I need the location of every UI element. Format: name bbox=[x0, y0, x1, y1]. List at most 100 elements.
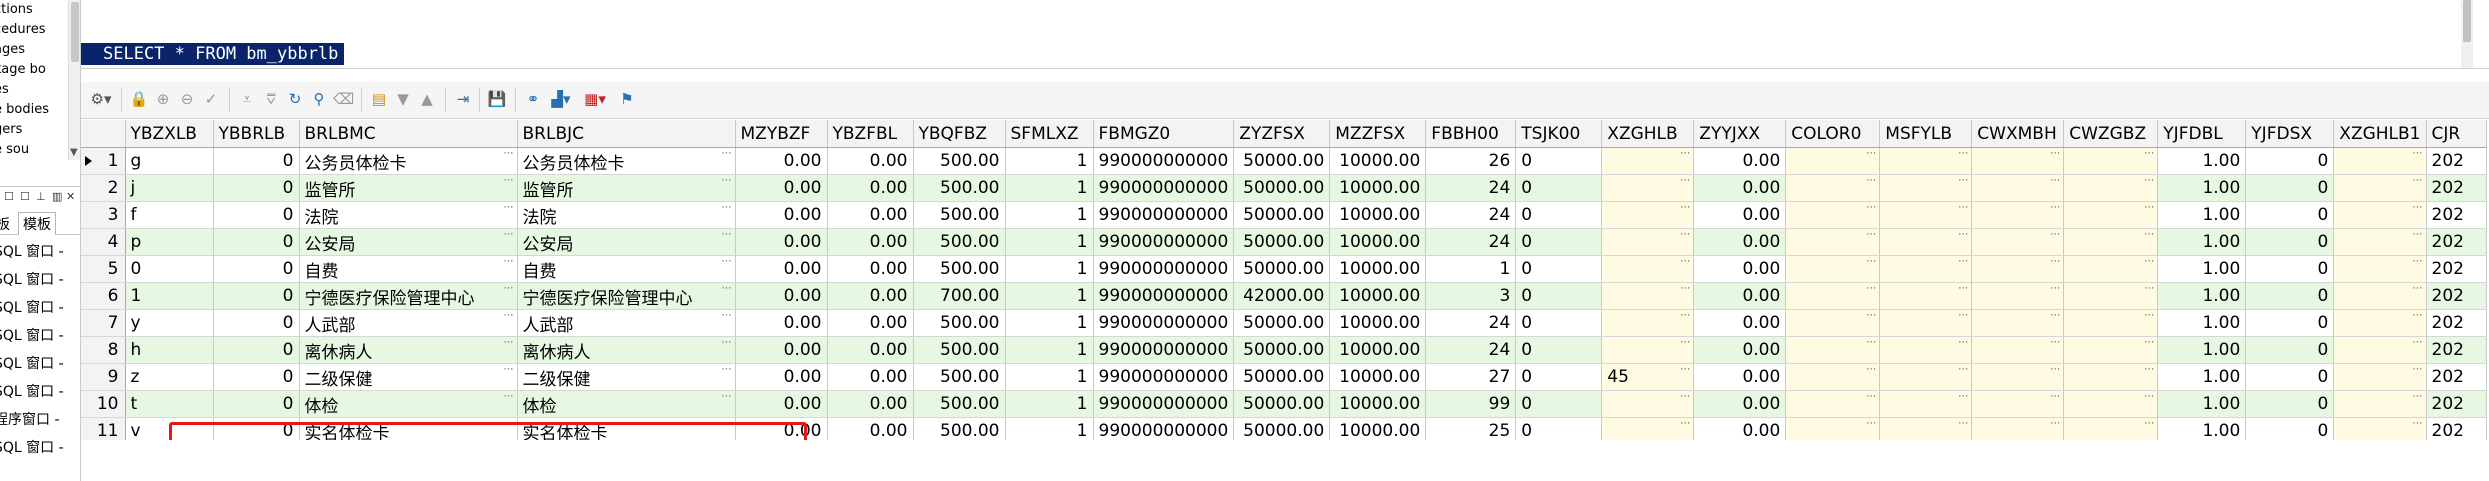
close-icon[interactable]: ✕ bbox=[66, 190, 75, 203]
cell-fbbh00[interactable]: 27 bbox=[1425, 363, 1517, 391]
cell-zyyjxx[interactable]: 0.00 bbox=[1693, 147, 1787, 175]
cell-cjr[interactable]: 202 bbox=[2426, 363, 2487, 391]
sql-editor[interactable]: SELECT * FROM bm_ybbrlb bbox=[81, 0, 2489, 69]
insert-record-icon[interactable]: ⊕ bbox=[153, 88, 173, 110]
cell-ybbrlb[interactable]: 0 bbox=[213, 336, 300, 364]
cell-tsjk00[interactable]: 0 bbox=[1515, 174, 1603, 202]
cell-ybbrlb[interactable]: 0 bbox=[213, 309, 300, 337]
cell-brlbjc[interactable]: 公务员体检卡 ⋯ bbox=[517, 147, 736, 175]
cell-editor-ellipsis-icon[interactable]: ⋯ bbox=[1866, 419, 1876, 429]
cell-editor-ellipsis-icon[interactable]: ⋯ bbox=[504, 419, 514, 429]
cell-cjr[interactable]: 202 bbox=[2426, 201, 2487, 229]
cell-zyzfsx[interactable]: 50000.00 bbox=[1233, 417, 1331, 440]
tab-template[interactable]: 模板 bbox=[18, 212, 56, 235]
cell-ybzfbl[interactable]: 0.00 bbox=[827, 174, 914, 202]
grid-corner[interactable] bbox=[81, 120, 126, 148]
cell-xzghlb[interactable]: ⋯ bbox=[1601, 228, 1695, 256]
cell-ybzxlb[interactable]: z bbox=[125, 363, 214, 391]
cell-brlbjc[interactable]: 自费 ⋯ bbox=[517, 255, 736, 283]
cell-cwzgbz[interactable]: ⋯ bbox=[2063, 201, 2159, 229]
cell-zyyjxx[interactable]: 0.00 bbox=[1693, 336, 1787, 364]
cell-mzybzf[interactable]: 0.00 bbox=[735, 417, 828, 440]
cell-mzybzf[interactable]: 0.00 bbox=[735, 363, 828, 391]
cell-ybzfbl[interactable]: 0.00 bbox=[827, 147, 914, 175]
cell-tsjk00[interactable]: 0 bbox=[1515, 390, 1603, 418]
cell-brlbjc[interactable]: 人武部 ⋯ bbox=[517, 309, 736, 337]
cell-cwzgbz[interactable]: ⋯ bbox=[2063, 417, 2159, 440]
next-page-icon[interactable]: ▼ bbox=[393, 88, 413, 110]
cell-xzghlb[interactable]: ⋯ bbox=[1601, 201, 1695, 229]
cell-cwxmbh[interactable]: ⋯ bbox=[1971, 417, 2065, 440]
cell-editor-ellipsis-icon[interactable]: ⋯ bbox=[1680, 230, 1690, 240]
window-list-item[interactable]: SQL 窗口 - bbox=[0, 238, 80, 266]
cell-sfmlxz[interactable]: 1 bbox=[1005, 255, 1094, 283]
cell-zyyjxx[interactable]: 0.00 bbox=[1693, 174, 1787, 202]
cell-sfmlxz[interactable]: 1 bbox=[1005, 147, 1094, 175]
cell-editor-ellipsis-icon[interactable]: ⋯ bbox=[2413, 176, 2423, 186]
cell-mzybzf[interactable]: 0.00 bbox=[735, 336, 828, 364]
cell-editor-ellipsis-icon[interactable]: ⋯ bbox=[2413, 392, 2423, 402]
cell-mzzfsx[interactable]: 10000.00 bbox=[1329, 147, 1427, 175]
cell-cjr[interactable]: 202 bbox=[2426, 147, 2487, 175]
cell-fbbh00[interactable]: 24 bbox=[1425, 174, 1517, 202]
scroll-thumb[interactable] bbox=[71, 2, 79, 62]
cell-xzghlb1[interactable]: ⋯ bbox=[2333, 390, 2427, 418]
cell-ybbrlb[interactable]: 0 bbox=[213, 228, 300, 256]
cell-editor-ellipsis-icon[interactable]: ⋯ bbox=[1958, 365, 1968, 375]
cell-editor-ellipsis-icon[interactable]: ⋯ bbox=[504, 284, 514, 294]
cell-msfylb[interactable]: ⋯ bbox=[1879, 363, 1973, 391]
export-icon[interactable]: ⇥ bbox=[453, 88, 473, 110]
cell-ybbrlb[interactable]: 0 bbox=[213, 147, 300, 175]
cell-cjr[interactable]: 202 bbox=[2426, 174, 2487, 202]
cell-editor-ellipsis-icon[interactable]: ⋯ bbox=[1958, 311, 1968, 321]
clear-icon[interactable]: ⌫ bbox=[333, 88, 354, 110]
cell-editor-ellipsis-icon[interactable]: ⋯ bbox=[2413, 284, 2423, 294]
cell-tsjk00[interactable]: 0 bbox=[1515, 228, 1603, 256]
cell-fbbh00[interactable]: 99 bbox=[1425, 390, 1517, 418]
tree-item[interactable]: e sou bbox=[0, 140, 68, 160]
cell-editor-ellipsis-icon[interactable]: ⋯ bbox=[2413, 419, 2423, 429]
cell-editor-ellipsis-icon[interactable]: ⋯ bbox=[504, 311, 514, 321]
cell-color0[interactable]: ⋯ bbox=[1785, 174, 1881, 202]
chart-icon[interactable]: ▟▾ bbox=[547, 88, 575, 110]
column-header[interactable]: YJFDSX bbox=[2245, 120, 2335, 148]
row-number[interactable]: 4 bbox=[81, 228, 126, 256]
cell-fbbh00[interactable]: 24 bbox=[1425, 201, 1517, 229]
cell-ybqfbz[interactable]: 700.00 bbox=[913, 282, 1006, 310]
cell-fbmgz0[interactable]: 990000000000 bbox=[1093, 417, 1235, 440]
cell-editor-ellipsis-icon[interactable]: ⋯ bbox=[2413, 203, 2423, 213]
cell-mzzfsx[interactable]: 10000.00 bbox=[1329, 417, 1427, 440]
cell-editor-ellipsis-icon[interactable]: ⋯ bbox=[2144, 365, 2154, 375]
cell-editor-ellipsis-icon[interactable]: ⋯ bbox=[504, 365, 514, 375]
cell-editor-ellipsis-icon[interactable]: ⋯ bbox=[2050, 257, 2060, 267]
save-icon[interactable]: 💾 bbox=[487, 88, 507, 110]
cell-yjfdbl[interactable]: 1.00 bbox=[2157, 201, 2247, 229]
cell-ybbrlb[interactable]: 0 bbox=[213, 201, 300, 229]
cell-fbbh00[interactable]: 24 bbox=[1425, 309, 1517, 337]
cell-cwzgbz[interactable]: ⋯ bbox=[2063, 309, 2159, 337]
cell-editor-ellipsis-icon[interactable]: ⋯ bbox=[722, 419, 732, 429]
cell-cjr[interactable]: 202 bbox=[2426, 417, 2487, 440]
cell-ybzxlb[interactable]: j bbox=[125, 174, 214, 202]
cell-fbmgz0[interactable]: 990000000000 bbox=[1093, 174, 1235, 202]
table-row[interactable]: 1 g 0 公务员体检卡 ⋯ 公务员体检卡 ⋯ 0.00 0.00 500.00 1 99000000… bbox=[81, 147, 2487, 175]
cell-xzghlb1[interactable]: ⋯ bbox=[2333, 255, 2427, 283]
table-row[interactable]: 9 z 0 二级保健 ⋯ 二级保健 ⋯ 0.00 0.00 500.00 1 990000000000… bbox=[81, 363, 2487, 391]
cell-zyzfsx[interactable]: 50000.00 bbox=[1233, 309, 1331, 337]
cell-brlbjc[interactable]: 公安局 ⋯ bbox=[517, 228, 736, 256]
cell-zyzfsx[interactable]: 50000.00 bbox=[1233, 228, 1331, 256]
cell-ybzxlb[interactable]: 1 bbox=[125, 282, 214, 310]
column-header[interactable]: MSFYLB bbox=[1879, 120, 1973, 148]
cell-xzghlb[interactable]: ⋯ bbox=[1601, 336, 1695, 364]
cell-fbmgz0[interactable]: 990000000000 bbox=[1093, 201, 1235, 229]
window-list-item[interactable]: SQL 窗口 - bbox=[0, 322, 80, 350]
cell-msfylb[interactable]: ⋯ bbox=[1879, 417, 1973, 440]
cell-editor-ellipsis-icon[interactable]: ⋯ bbox=[1958, 284, 1968, 294]
cell-ybzfbl[interactable]: 0.00 bbox=[827, 390, 914, 418]
cell-editor-ellipsis-icon[interactable]: ⋯ bbox=[1958, 230, 1968, 240]
cell-fbmgz0[interactable]: 990000000000 bbox=[1093, 309, 1235, 337]
cell-ybqfbz[interactable]: 500.00 bbox=[913, 201, 1006, 229]
cell-editor-ellipsis-icon[interactable]: ⋯ bbox=[2050, 419, 2060, 429]
cell-ybbrlb[interactable]: 0 bbox=[213, 390, 300, 418]
restore-icon[interactable]: ☐ bbox=[4, 190, 14, 203]
